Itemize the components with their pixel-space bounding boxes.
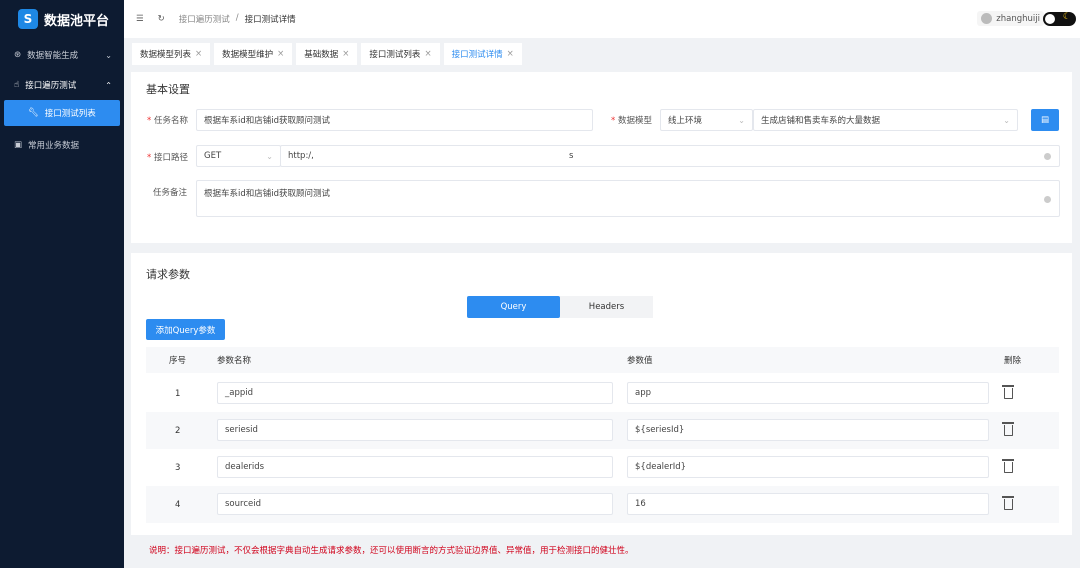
column-header: 参数名称 <box>217 356 252 366</box>
tab-query[interactable]: Query <box>467 296 560 318</box>
section-title: 基本设置 <box>146 83 190 96</box>
header: ☰ ↻ 接口遍历测试 / 接口测试详情 zhanghuiji ☾ <box>124 0 1080 38</box>
tab-model-maintain[interactable]: 数据模型维护 × <box>214 43 293 65</box>
clear-icon <box>1044 152 1051 160</box>
table-row: 1 _appid app <box>146 375 1059 412</box>
menu-fold-icon[interactable]: ☰ <box>136 14 144 24</box>
param-name-input[interactable]: seriesid <box>217 419 613 441</box>
close-icon[interactable]: × <box>277 49 284 59</box>
table-row: 4 sourceid 16 <box>146 486 1059 523</box>
table-row: 2 seriesid ${seriesId} <box>146 412 1059 449</box>
tab-test-detail[interactable]: 接口测试详情 × <box>443 43 522 65</box>
user-menu[interactable]: zhanghuiji <box>977 11 1044 26</box>
sidebar-item-label: 常用业务数据 <box>28 141 80 151</box>
refresh-icon[interactable]: ↻ <box>158 14 165 24</box>
sidebar-item-traverse-test[interactable]: ☝ 接口遍历测试 ⌃ <box>0 70 124 100</box>
theme-toggle[interactable]: ☾ <box>1043 12 1076 26</box>
close-icon[interactable]: × <box>507 49 514 59</box>
param-value-input[interactable]: 16 <box>627 493 989 515</box>
trash-icon[interactable] <box>1002 496 1014 510</box>
pointer-icon: ☝ <box>14 80 20 90</box>
sidebar-item-common-data[interactable]: ▣ 常用业务数据 <box>0 130 124 160</box>
trash-icon[interactable] <box>1002 385 1014 399</box>
table-header: 序号 参数名称 参数值 删除 <box>146 347 1059 373</box>
grid-icon: ⊛ <box>14 50 22 60</box>
param-name-input[interactable]: dealerids <box>217 456 613 478</box>
breadcrumb-item[interactable]: 接口遍历测试 <box>179 13 230 25</box>
add-query-param-button[interactable]: 添加Query参数 <box>146 319 225 340</box>
column-header: 参数值 <box>627 356 653 366</box>
column-header: 序号 <box>169 356 187 366</box>
task-name-input[interactable]: 根据车系id和店铺id获取顾问测试 <box>196 109 593 131</box>
sidebar-item-test-list[interactable]: 🔧︎ 接口测试列表 <box>4 100 120 126</box>
tab-label: 基础数据 <box>304 50 339 60</box>
request-params-card: 请求参数 Query Headers 添加Query参数 序号 参数名称 参数值… <box>131 253 1072 535</box>
env-select[interactable]: 线上环境 ⌄ <box>660 109 753 131</box>
row-number: 3 <box>175 462 181 473</box>
avatar <box>981 13 993 24</box>
param-value-input[interactable]: app <box>627 382 989 404</box>
description-note: 说明：接口遍历测试，不仅会根据字典自动生成请求参数，还可以使用断言的方式验证边界… <box>149 546 634 556</box>
url-input[interactable]: http:/, s <box>280 145 1060 167</box>
chevron-down-icon: ⌄ <box>738 115 745 125</box>
model-label: * 数据模型 <box>611 116 652 126</box>
logo[interactable]: S 数据池平台 <box>0 0 124 38</box>
tab-label: 接口测试列表 <box>369 50 421 60</box>
moon-icon: ☾ <box>1062 12 1071 22</box>
table-row: 3 dealerids ${dealerId} <box>146 449 1059 486</box>
close-icon[interactable]: × <box>342 49 349 59</box>
row-number: 2 <box>175 425 181 436</box>
tab-headers[interactable]: Headers <box>560 296 653 318</box>
tab-label: 接口测试详情 <box>451 50 503 60</box>
logo-icon: S <box>18 9 38 29</box>
calculator-button[interactable]: ▤ <box>1031 109 1059 131</box>
task-name-label: * 任务名称 <box>147 116 188 126</box>
tab-label: 数据模型维护 <box>222 50 274 60</box>
close-icon[interactable]: × <box>195 49 202 59</box>
app-title: 数据池平台 <box>44 13 110 29</box>
breadcrumb-separator: / <box>235 13 239 23</box>
section-title: 请求参数 <box>146 268 190 281</box>
path-label: * 接口路径 <box>147 153 188 163</box>
clear-icon <box>1044 196 1051 203</box>
remark-label: 任务备注 <box>153 188 188 198</box>
sidebar-item-data-gen[interactable]: ⊛ 数据智能生成 ⌄ <box>0 40 124 70</box>
sidebar-item-label: 接口测试列表 <box>44 109 96 119</box>
sidebar-item-label: 接口遍历测试 <box>25 81 77 91</box>
param-name-input[interactable]: sourceid <box>217 493 613 515</box>
param-name-input[interactable]: _appid <box>217 382 613 404</box>
remark-textarea[interactable]: 根据车系id和店铺id获取顾问测试 <box>196 180 1060 217</box>
chevron-down-icon: ⌄ <box>105 50 112 60</box>
username: zhanghuiji <box>996 13 1040 24</box>
tab-test-list[interactable]: 接口测试列表 × <box>361 43 440 65</box>
basic-settings-card: 基本设置 * 任务名称 根据车系id和店铺id获取顾问测试 * 数据模型 线上环… <box>131 72 1072 243</box>
breadcrumb-current: 接口测试详情 <box>244 15 296 25</box>
row-number: 1 <box>175 388 181 399</box>
param-value-input[interactable]: ${dealerId} <box>627 456 989 478</box>
wrench-icon: 🔧︎ <box>28 108 39 118</box>
trash-icon[interactable] <box>1002 459 1014 473</box>
row-number: 4 <box>175 499 181 510</box>
breadcrumb: 接口遍历测试 / 接口测试详情 <box>179 13 296 25</box>
tab-base-data[interactable]: 基础数据 × <box>296 43 358 65</box>
tab-label: 数据模型列表 <box>140 50 192 60</box>
close-icon[interactable]: × <box>424 49 431 59</box>
sidebar-item-label: 数据智能生成 <box>27 51 79 61</box>
calculator-icon: ▤ <box>1040 115 1050 125</box>
chevron-down-icon: ⌄ <box>266 151 273 161</box>
sidebar: S 数据池平台 ⊛ 数据智能生成 ⌄ ☝ 接口遍历测试 ⌃ 🔧︎ 接口测试列表 ▣ 常用业务数… <box>0 0 124 568</box>
param-value-input[interactable]: ${seriesId} <box>627 419 989 441</box>
tab-bar: 数据模型列表 × 数据模型维护 × 基础数据 × 接口测试列表 × 接口测试详情 × <box>124 38 1080 65</box>
chevron-up-icon: ⌃ <box>105 80 112 90</box>
doc-icon: ▣ <box>14 140 23 150</box>
param-type-segment: Query Headers <box>467 296 653 318</box>
model-select[interactable]: 生成店铺和售卖车系的大量数据 ⌄ <box>753 109 1018 131</box>
chevron-down-icon: ⌄ <box>1003 115 1010 125</box>
tab-model-list[interactable]: 数据模型列表 × <box>132 43 211 65</box>
method-select[interactable]: GET ⌄ <box>196 145 281 167</box>
trash-icon[interactable] <box>1002 422 1014 436</box>
column-header: 删除 <box>1004 356 1022 366</box>
